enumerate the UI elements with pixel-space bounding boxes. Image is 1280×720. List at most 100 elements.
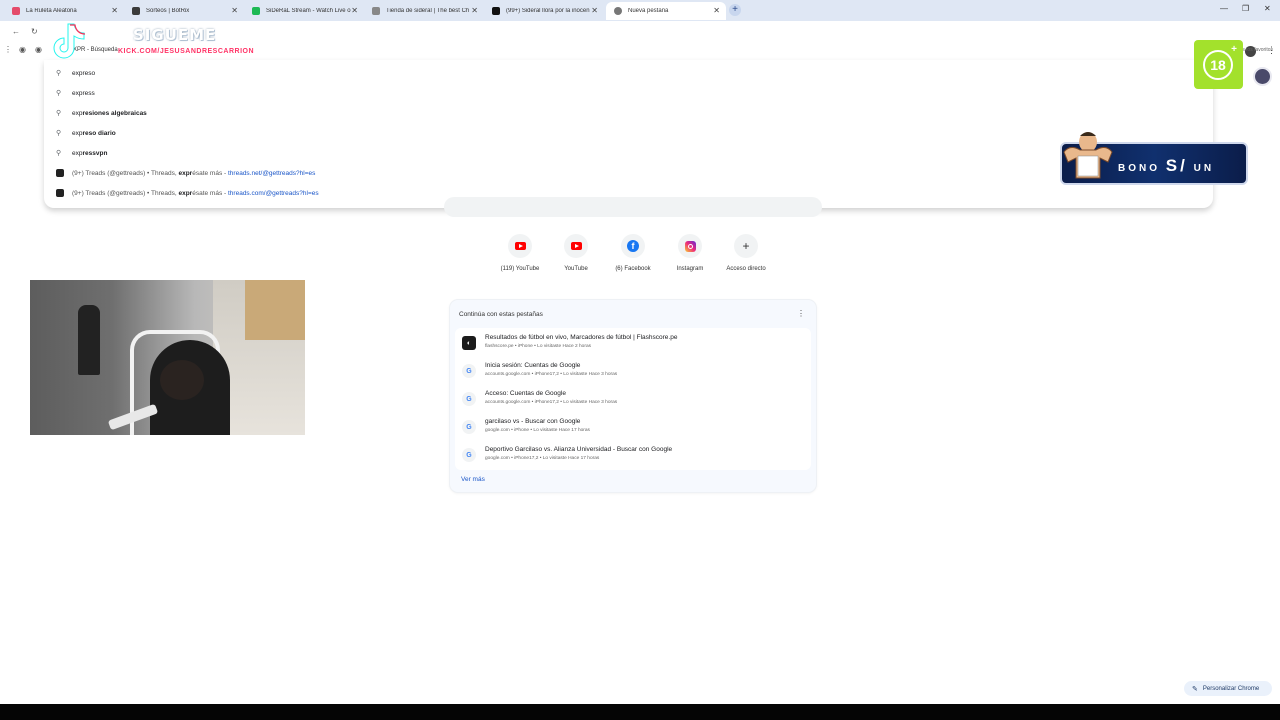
site-suggestion-item[interactable]: (9+) Treads (@gettreads) • Threads, expr…	[44, 163, 1213, 183]
tab-favicon-icon	[252, 7, 260, 15]
shortcut-label: (6) Facebook	[615, 266, 651, 272]
list-item[interactable]: G Deportivo Garcilaso vs. Alianza Univer…	[455, 441, 811, 469]
google-icon: G	[462, 420, 476, 434]
list-item-meta: flashscore.pe • iPhone • Lo visitaste Ha…	[485, 344, 592, 349]
suggestion-prefix: exp	[72, 129, 83, 137]
webcam-streamer-head	[160, 360, 204, 400]
site-suggestion-title: (9+) Treads (@gettreads) • Threads,	[72, 189, 179, 197]
suggestion-item[interactable]: ⚲ expresiones algebraicas	[44, 103, 1213, 123]
shortcut-youtube[interactable]: YouTube	[546, 234, 606, 272]
back-icon[interactable]: ←	[12, 27, 20, 36]
list-item[interactable]: G garcilaso vs - Buscar con Google googl…	[455, 413, 811, 441]
list-item-meta: google.com • iPhone • Lo visitaste Hace …	[485, 428, 590, 433]
apps-icon[interactable]: ⋮	[4, 45, 12, 54]
tab-title: La Ruleta Aleatoria	[26, 8, 77, 14]
tab-title: Tienda de sideral | The best Ch	[386, 8, 470, 14]
facebook-icon: f	[627, 240, 639, 252]
list-item-meta: accounts.google.com • iPhone17,2 • Lo vi…	[485, 372, 618, 377]
suggestion-prefix: exp	[72, 69, 83, 77]
site-suggestion-title-end: ésate más	[192, 189, 223, 197]
minimize-icon[interactable]: —	[1220, 4, 1228, 13]
list-item-title: Inicia sesión: Cuentas de Google	[485, 362, 581, 369]
reload-icon[interactable]: ↻	[31, 27, 38, 36]
shortcut-youtube-119[interactable]: (119) YouTube	[490, 234, 550, 272]
suggestion-item[interactable]: ⚲ expreso diario	[44, 123, 1213, 143]
search-icon: ⚲	[56, 150, 62, 157]
threads-icon	[56, 189, 64, 197]
tab-strip: La Ruleta Aleatoria ✕ Sorteos | BotRix ✕…	[0, 0, 1280, 21]
tab-title: SiDeRaL Stream - Watch Live o	[266, 8, 351, 14]
tab-sideral-stream[interactable]: SiDeRaL Stream - Watch Live o ✕	[244, 2, 364, 20]
avatar[interactable]	[1253, 67, 1272, 86]
google-icon: G	[462, 392, 476, 406]
site-suggestion-match: expr	[178, 169, 193, 177]
list-item[interactable]: G Inicia sesión: Cuentas de Google accou…	[455, 357, 811, 385]
list-item-meta: accounts.google.com • iPhone17,2 • Lo vi…	[485, 400, 618, 405]
sigueme-overlay: SIGUEME	[133, 26, 217, 44]
flashscore-icon: ◐	[462, 336, 476, 350]
site-suggestion-url: threads.net/@gettreads?hl=es	[228, 169, 316, 177]
list-item-title: Acceso: Cuentas de Google	[485, 390, 566, 397]
card-title: Continúa con estas pestañas	[459, 311, 543, 318]
age-badge-plus: +	[1231, 44, 1237, 55]
site-suggestion-title: (9+) Treads (@gettreads) • Threads,	[72, 169, 179, 177]
close-icon[interactable]: ✕	[713, 6, 720, 15]
stream-handle: KICK.COM/JESUSANDRESCARRION	[118, 48, 255, 55]
card-list: ◐ Resultados de fútbol en vivo, Marcador…	[455, 328, 811, 470]
shortcut-add[interactable]: + Acceso directo	[716, 234, 776, 272]
restore-icon[interactable]: ❐	[1242, 4, 1249, 13]
close-icon[interactable]: ✕	[351, 6, 358, 15]
ver-mas-link[interactable]: Ver más	[461, 476, 485, 483]
webcam-corkboard	[245, 280, 305, 340]
bookmark-icon[interactable]: ◉	[35, 45, 42, 54]
personalize-chrome-button[interactable]: ✎ Personalizar Chrome	[1184, 681, 1272, 696]
suggestion-prefix: exp	[72, 149, 83, 157]
new-tab-button[interactable]: +	[729, 4, 741, 16]
suggestion-item[interactable]: ⚲ expressvpn	[44, 143, 1213, 163]
close-icon[interactable]: ✕	[111, 6, 118, 15]
list-item-title: garcilaso vs - Buscar con Google	[485, 418, 581, 425]
tab-favicon-icon	[12, 7, 20, 15]
site-suggestion-match: expr	[178, 189, 193, 197]
shortcut-label: Acceso directo	[726, 266, 766, 272]
suggestion-rest: resiones algebraicas	[82, 109, 147, 117]
tab-tienda[interactable]: Tienda de sideral | The best Ch ✕	[364, 2, 484, 20]
plus-icon: +	[742, 239, 750, 253]
close-window-icon[interactable]: ✕	[1264, 4, 1271, 13]
youtube-icon	[570, 242, 582, 250]
suggestion-item[interactable]: ⚲ express	[44, 83, 1213, 103]
tab-nueva-pestana[interactable]: Nueva pestaña ✕	[606, 2, 726, 20]
shortcut-instagram[interactable]: Instagram	[660, 234, 720, 272]
tab-ruleta[interactable]: La Ruleta Aleatoria ✕	[4, 2, 124, 20]
more-options-icon[interactable]: ⋮	[797, 309, 805, 318]
close-icon[interactable]: ✕	[471, 6, 478, 15]
tab-favicon-icon	[132, 7, 140, 15]
close-icon[interactable]: ✕	[231, 6, 238, 15]
shortcut-facebook[interactable]: f (6) Facebook	[603, 234, 663, 272]
suggestion-prefix: exp	[72, 89, 83, 97]
tab-tiktok[interactable]: (99+) Sideral llora por la inocen ✕	[484, 2, 604, 20]
bookmark-icon[interactable]: ◉	[19, 45, 26, 54]
age-18-badge: 18 +	[1194, 40, 1243, 89]
tab-favicon-icon	[614, 7, 622, 15]
search-icon: ⚲	[56, 110, 62, 117]
suggestion-prefix: exp	[72, 109, 83, 117]
continue-tabs-card: Continúa con estas pestañas ⋮ ◐ Resultad…	[450, 300, 816, 492]
tab-favicon-icon	[372, 7, 380, 15]
bono-suffix: UN	[1193, 163, 1215, 174]
suggestion-item[interactable]: ⚲ expreso	[44, 63, 1213, 83]
taskbar-strip	[0, 704, 1280, 720]
tab-botrix[interactable]: Sorteos | BotRix ✕	[124, 2, 244, 20]
list-item-meta: google.com • iPhone17,2 • Lo visitaste H…	[485, 456, 600, 461]
ntp-search-box[interactable]	[444, 197, 822, 217]
tiktok-logo-icon	[53, 23, 86, 59]
youtube-icon	[514, 242, 526, 250]
close-icon[interactable]: ✕	[591, 6, 598, 15]
list-item[interactable]: ◐ Resultados de fútbol en vivo, Marcador…	[455, 329, 811, 357]
tab-favicon-icon	[492, 7, 500, 15]
suggestion-rest: ress	[82, 89, 95, 97]
shortcut-label: (119) YouTube	[500, 266, 540, 272]
list-item[interactable]: G Acceso: Cuentas de Google accounts.goo…	[455, 385, 811, 413]
instagram-icon	[684, 240, 696, 252]
list-item-title: Deportivo Garcilaso vs. Alianza Universi…	[485, 446, 673, 453]
